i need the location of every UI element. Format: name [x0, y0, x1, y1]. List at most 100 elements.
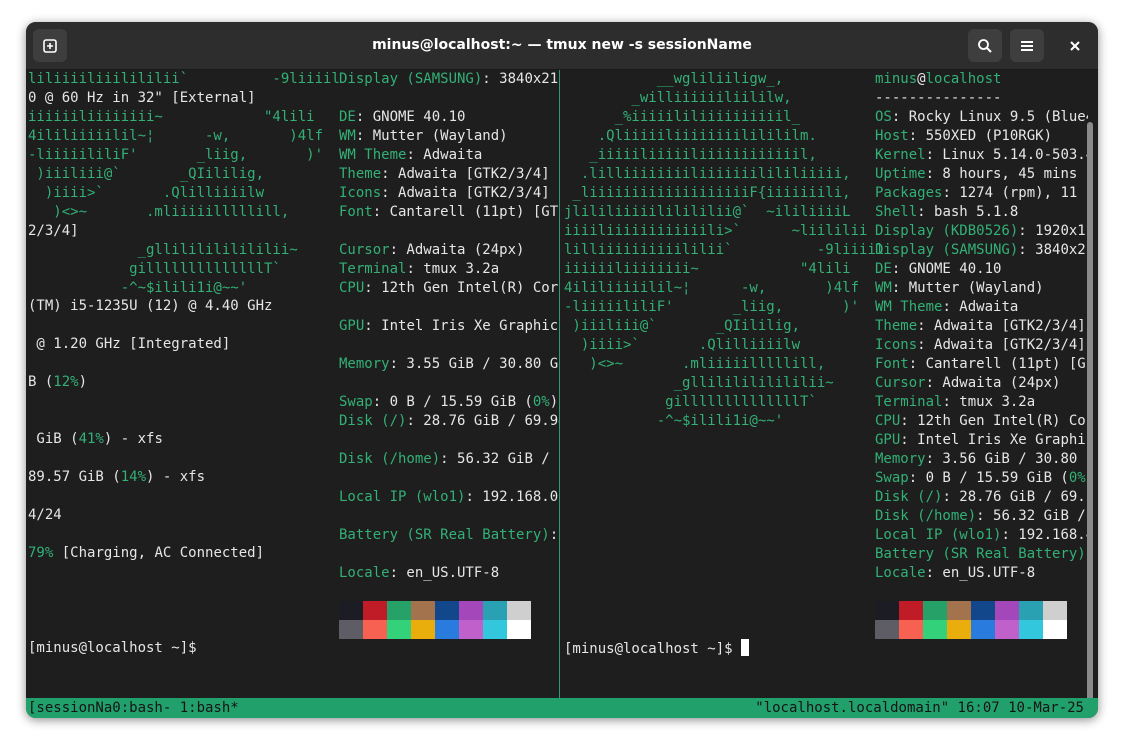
color-swatch [411, 620, 435, 639]
username: minus [875, 71, 918, 87]
color-swatch [507, 601, 531, 620]
info-key: GPU [875, 432, 901, 448]
right-ascii-line: .Qliiiiiliiiiiiiililililm. [564, 128, 817, 144]
info-value: : [549, 527, 559, 543]
info-value: : 1920x1* [1018, 223, 1088, 239]
right-info-local-ip-wlo1-: Local IP (wlo1): 192.168.4 [875, 526, 1088, 545]
close-button[interactable] [1058, 29, 1092, 62]
info-value: : 3.56 GiB / 30.80 ) [925, 451, 1088, 467]
right-ascii-line: iiiiliiiiiiiiiiiili>` ~liililii [564, 223, 868, 239]
info-value: : Linux 5.14.0-503.4 [925, 147, 1088, 163]
left-info-disk-: Disk (/): 28.76 GiB / 69.94 [339, 412, 559, 431]
tmux-status-bar: [sessionNa0:bash- 1:bash* "localhost.loc… [26, 698, 1098, 718]
status-left: [sessionNa0:bash- 1:bash* [28, 700, 239, 716]
info-value: : 192.168.4 [1001, 527, 1088, 543]
left-info-cpu: CPU: 12th Gen Intel(R) Core [339, 279, 559, 298]
info-value: : 1274 (rpm), 11 ) [942, 185, 1088, 201]
right-prompt-text: [minus@localhost ~]$ [564, 641, 742, 657]
info-value: : 3840x216 [482, 71, 559, 87]
info-key: Battery (SR Real Battery) [339, 527, 550, 543]
battery-tail-pct: 79% [28, 545, 54, 561]
color-swatch [1043, 601, 1067, 620]
color-swatch [507, 620, 531, 639]
color-swatch [923, 620, 947, 639]
left-ascii-line: iiiiiiliiiiiiii~ "4lili [28, 109, 315, 125]
right-info-disk-home-: Disk (/home): 56.32 GiB /s [875, 507, 1088, 526]
left-pane[interactable]: liliiiiliiilililii` -9liiiil 0 @ 60 Hz in… [26, 70, 559, 698]
battery-tail-post: [Charging, AC Connected] [53, 545, 265, 561]
right-ascii-line: _liiiiiiiiiiiiiiiiiiiF{iiiiiiili, [564, 185, 851, 201]
right-info-terminal: Terminal: tmux 3.2a [875, 393, 1035, 412]
right-info-host: Host: 550XED (P10RGK) [875, 127, 1052, 146]
info-key: Theme [875, 318, 918, 334]
terminal-area[interactable]: liliiiiliiilililii` -9liiiil 0 @ 60 Hz in… [26, 70, 1098, 718]
info-key: OS [875, 109, 892, 125]
color-swatch [435, 620, 459, 639]
right-pane[interactable]: __wgliliiligw_, _williiiiiiliililw, _%ii… [560, 70, 1088, 698]
disk-tail-pct: 41% [78, 431, 104, 447]
scrollbar[interactable] [1087, 122, 1093, 718]
color-swatch [363, 601, 387, 620]
right-ascii-line: iiiiiiliiiiiiii~ "4lili [564, 261, 851, 277]
right-info-swap: Swap: 0 B / 15.59 GiB (0%) [875, 469, 1088, 488]
info-key: WM [339, 128, 356, 144]
info-key: WM Theme [339, 147, 407, 163]
info-key: Theme [339, 166, 382, 182]
info-value: : Adwaita [GTK2/3/4] [917, 318, 1086, 334]
info-key: Locale [875, 565, 926, 581]
info-key: Local IP (wlo1) [339, 489, 466, 505]
info-key: CPU [339, 280, 365, 296]
right-info-theme: Theme: Adwaita [GTK2/3/4] [875, 317, 1086, 336]
info-value: : 3840x2] [1018, 242, 1088, 258]
ip-tail: 4/24 [28, 507, 62, 523]
right-info-de: DE: GNOME 40.10 [875, 260, 1001, 279]
color-swatch [411, 601, 435, 620]
info-value: : Intel Iris Xe Graphi] [900, 432, 1088, 448]
right-info-gpu: GPU: Intel Iris Xe Graphi] [875, 431, 1088, 450]
left-info-memory: Memory: 3.55 GiB / 30.80 Gi [339, 355, 559, 374]
left-info-gpu: GPU: Intel Iris Xe Graphics [339, 317, 559, 336]
left-info-swap: Swap: 0 B / 15.59 GiB (0%) [339, 393, 558, 412]
right-info-cpu: CPU: 12th Gen Intel(R) Coz [875, 412, 1088, 431]
left-info-locale: Locale: en_US.UTF-8 [339, 564, 499, 583]
info-value: : 192.168.0. [465, 489, 559, 505]
color-swatch [899, 601, 923, 620]
left-ascii-line: 2/3/4] [28, 223, 79, 239]
info-value: : Rocky Linux 9.5 (Blue4 [891, 109, 1088, 125]
left-info-wm: WM: Mutter (Wayland) [339, 127, 508, 146]
menu-button[interactable] [1010, 29, 1044, 62]
right-info-disk-: Disk (/): 28.76 GiB / 69.s [875, 488, 1088, 507]
left-ascii-line: 4ililiiiiilil~¦ -w, )4lf [28, 128, 324, 144]
home-tail-pre: 89.57 GiB ( [28, 469, 121, 485]
right-ascii-line: -liiiiililiF' _liig, )' [564, 299, 860, 315]
info-key: WM [875, 280, 892, 296]
hamburger-menu-icon [1021, 40, 1033, 51]
info-key: Icons [875, 337, 918, 353]
right-info-packages: Packages: 1274 (rpm), 11 ) [875, 184, 1088, 203]
color-swatch [435, 601, 459, 620]
right-ascii-line: _williiiiiiliililw, [564, 90, 792, 106]
left-ascii-line: )iiii>` .Qlilliiiilw [28, 185, 265, 201]
right-info-wm-theme: WM Theme: Adwaita [875, 298, 1018, 317]
info-key: Cursor [875, 375, 926, 391]
info-key: Font [875, 356, 909, 372]
left-info-display-samsung-: Display (SAMSUNG): 3840x216 [339, 70, 559, 89]
color-swatch [875, 620, 899, 639]
info-key: Disk (/home) [875, 508, 977, 524]
search-icon [978, 38, 992, 53]
info-value: : 0 B / 15.59 GiB ( [908, 470, 1069, 486]
search-button[interactable] [968, 29, 1002, 62]
right-info-cursor: Cursor: Adwaita (24px) [875, 374, 1060, 393]
info-value: : 0 B / 15.59 GiB ( [372, 394, 533, 410]
terminal-window: minus@localhost:~ — tmux new -s sessionN… [26, 22, 1098, 718]
info-value: : tmux 3.2a [942, 394, 1036, 410]
color-swatch [971, 620, 995, 639]
info-value: : Adwaita (24px) [389, 242, 525, 258]
right-prompt[interactable]: [minus@localhost ~]$ [564, 639, 750, 658]
right-info-memory: Memory: 3.56 GiB / 30.80 ) [875, 450, 1088, 469]
info-key: Memory [875, 451, 926, 467]
left-ascii-line: _gllililililililii~ [28, 242, 298, 258]
info-value: : GNOME 40.10 [355, 109, 466, 125]
memory-tail-pre: B ( [28, 374, 54, 390]
info-value: : Adwaita [GTK2/3/4] [917, 337, 1086, 353]
